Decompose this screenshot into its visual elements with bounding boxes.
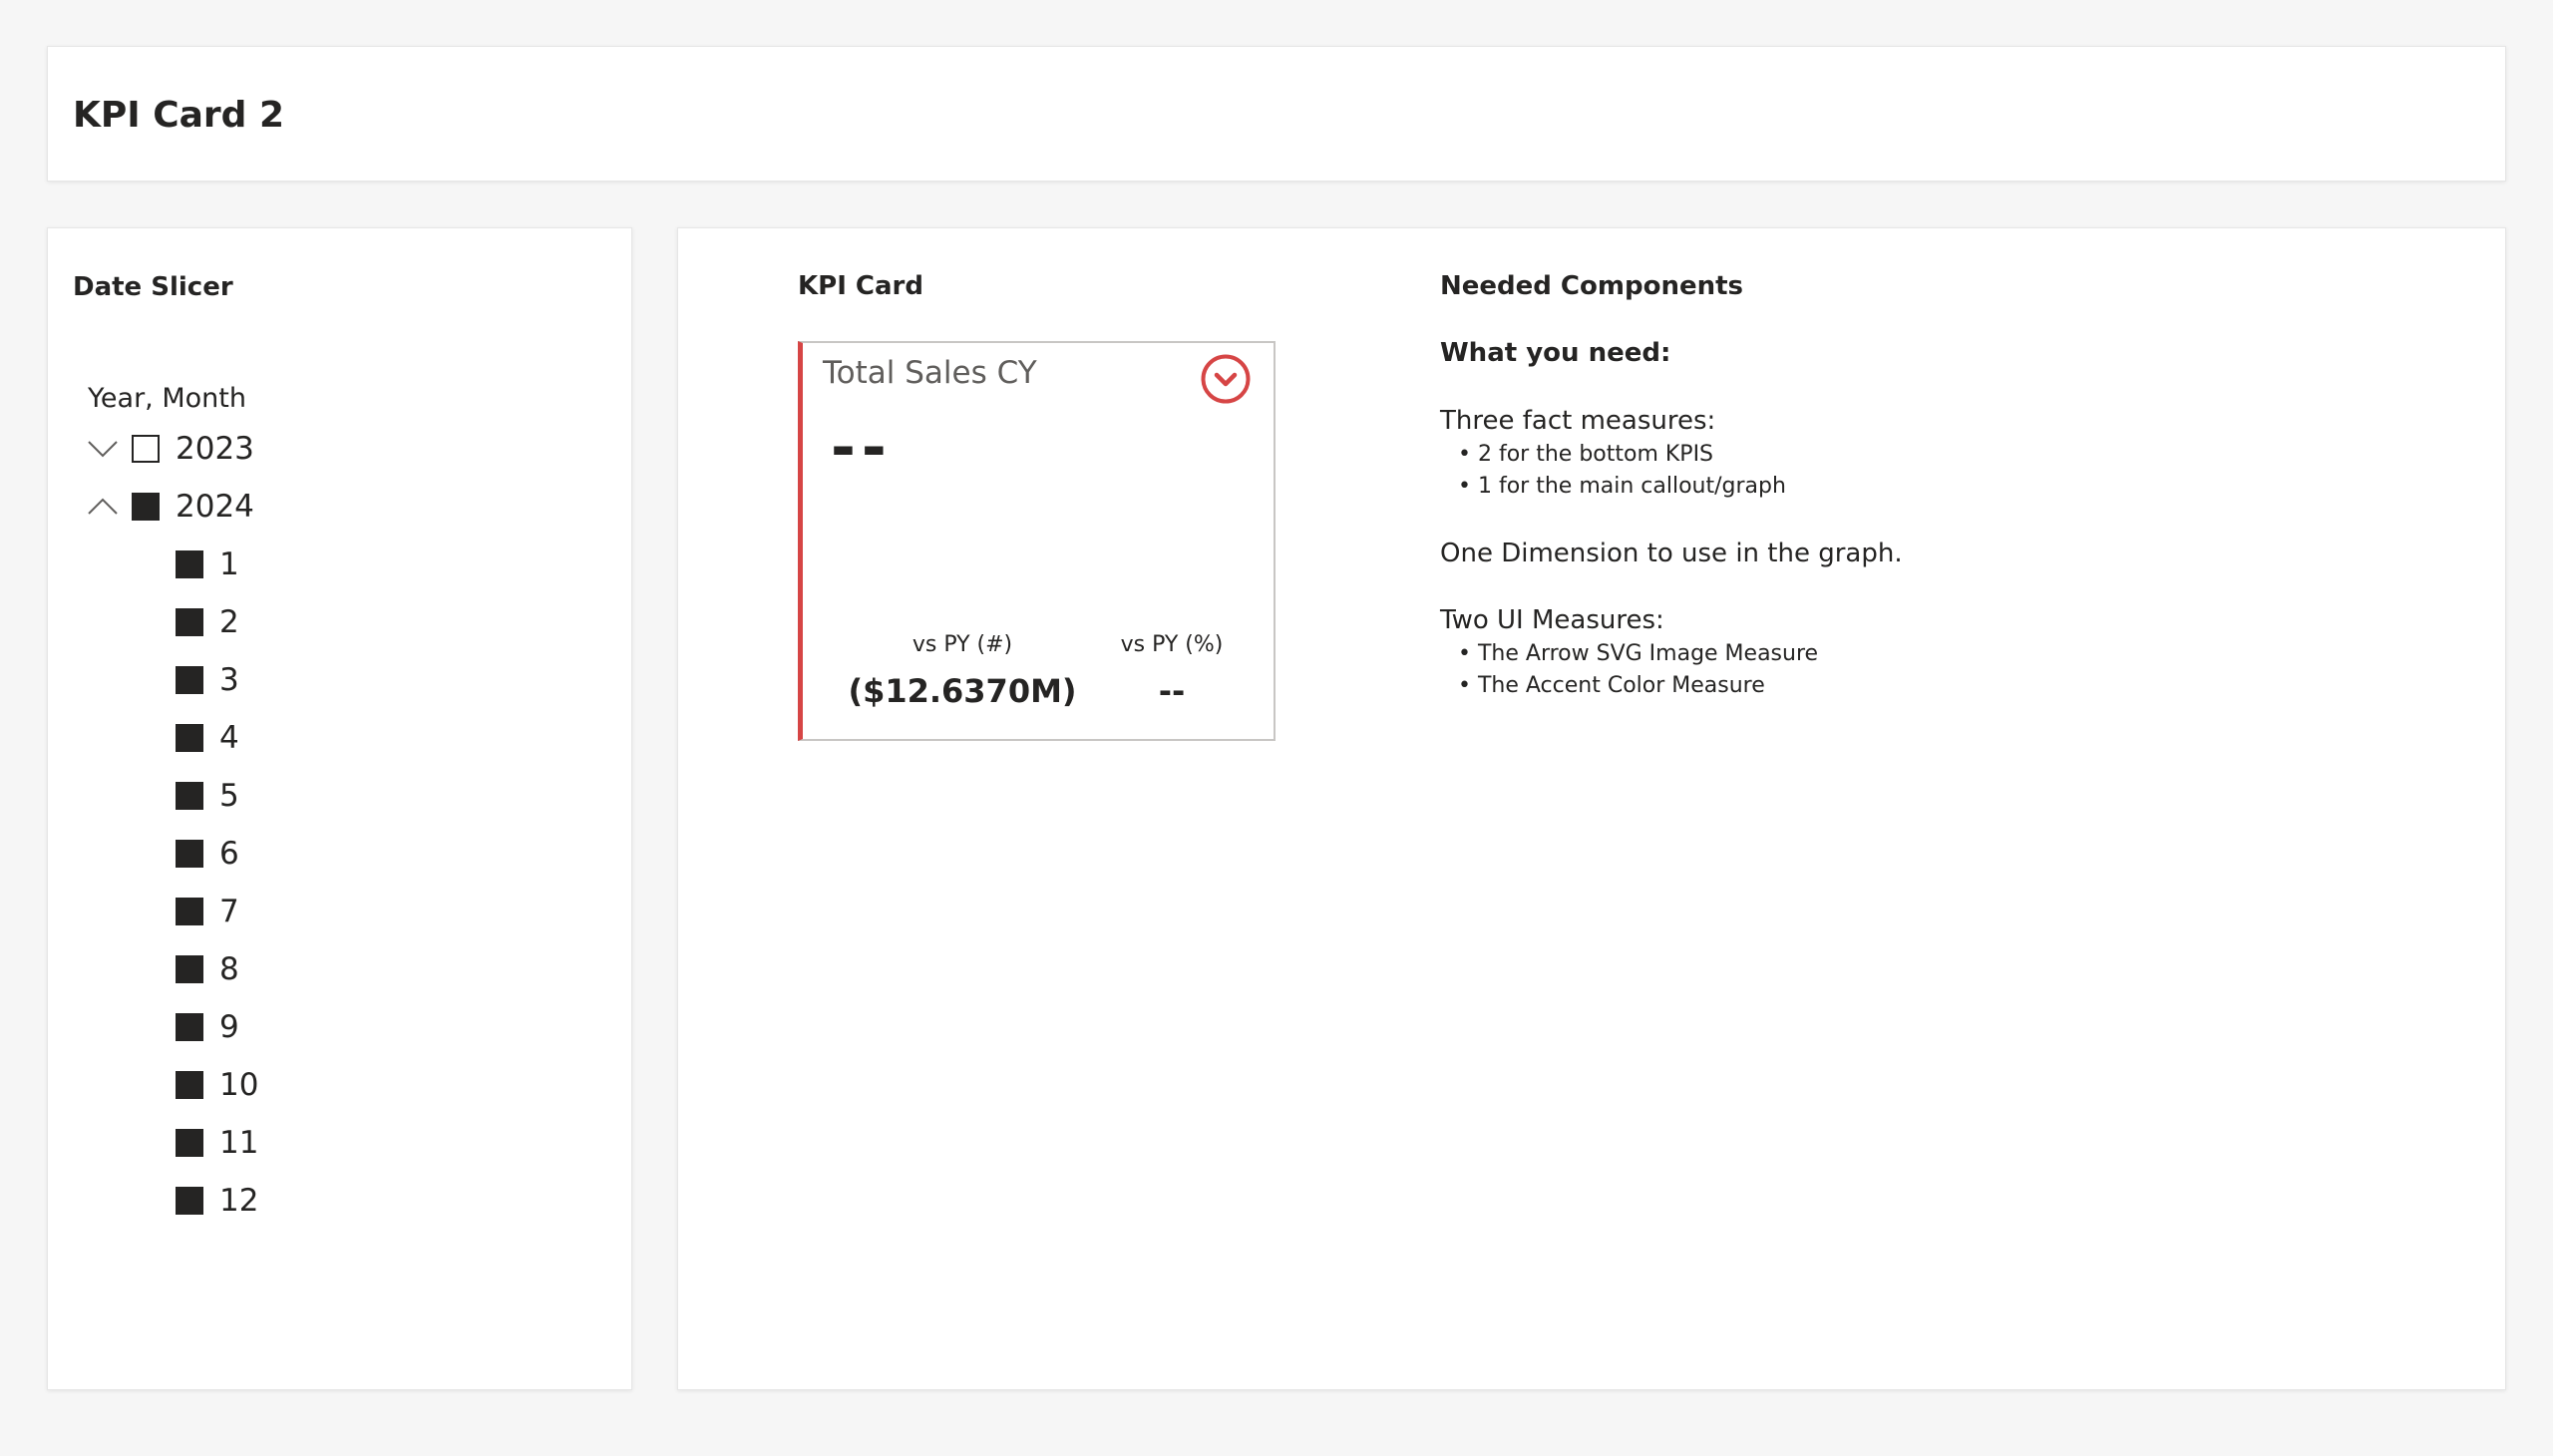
month-checkbox[interactable] <box>176 1187 203 1215</box>
slicer-header: Year, Month <box>88 383 246 414</box>
slicer-month-row[interactable]: 4 <box>176 718 239 758</box>
month-checkbox[interactable] <box>176 608 203 636</box>
year-label: 2023 <box>176 431 254 467</box>
chevron-down-icon[interactable] <box>86 432 120 466</box>
month-label: 5 <box>219 778 239 814</box>
slicer-month-row[interactable]: 1 <box>176 545 239 584</box>
kpi-main-value: -- <box>831 413 893 483</box>
slicer-month-row[interactable]: 8 <box>176 949 239 989</box>
kpi-section-title: KPI Card <box>798 271 923 301</box>
month-checkbox[interactable] <box>176 666 203 694</box>
slicer-month-row[interactable]: 10 <box>176 1065 258 1105</box>
page-header: KPI Card 2 <box>47 46 2506 182</box>
slicer-month-row[interactable]: 12 <box>176 1181 258 1221</box>
month-checkbox[interactable] <box>176 898 203 925</box>
kpi-card-title: Total Sales CY <box>823 355 1037 391</box>
date-slicer-title: Date Slicer <box>73 272 233 302</box>
month-checkbox[interactable] <box>176 782 203 810</box>
kpi-right-value: -- <box>1158 672 1186 710</box>
month-label: 9 <box>219 1009 239 1045</box>
ui-heading: Two UI Measures: <box>1440 605 1664 635</box>
page-title: KPI Card 2 <box>73 95 285 136</box>
dimension-line: One Dimension to use in the graph. <box>1440 539 1903 568</box>
month-label: 11 <box>219 1125 259 1161</box>
month-label: 7 <box>219 894 239 929</box>
month-checkbox[interactable] <box>176 1071 203 1099</box>
month-checkbox[interactable] <box>176 840 203 868</box>
ui-item-text: The Accent Color Measure <box>1477 673 1765 698</box>
fact-item: • 2 for the bottom KPIS <box>1458 442 1714 467</box>
kpi-card[interactable]: Total Sales CY -- vs PY (#) ($12.6370M) … <box>798 341 1276 741</box>
month-checkbox[interactable] <box>176 1013 203 1041</box>
chevron-down-circle-icon <box>1200 353 1252 405</box>
date-slicer-panel: Date Slicer Year, Month 2023 2024 1 2 3 … <box>47 227 632 1390</box>
month-label: 8 <box>219 951 239 987</box>
fact-item: • 1 for the main callout/graph <box>1458 474 1786 499</box>
slicer-month-row[interactable]: 6 <box>176 834 239 874</box>
month-checkbox[interactable] <box>176 955 203 983</box>
kpi-right-label: vs PY (%) <box>1120 632 1224 657</box>
month-checkbox[interactable] <box>176 724 203 752</box>
month-label: 10 <box>219 1067 259 1103</box>
ui-item-text: The Arrow SVG Image Measure <box>1477 641 1819 666</box>
slicer-month-row[interactable]: 7 <box>176 892 239 931</box>
fact-item-text: 2 for the bottom KPIS <box>1477 442 1714 467</box>
fact-item-text: 1 for the main callout/graph <box>1477 474 1786 499</box>
chevron-up-icon[interactable] <box>86 490 120 524</box>
slicer-month-row[interactable]: 5 <box>176 776 239 816</box>
month-checkbox[interactable] <box>176 1129 203 1157</box>
month-label: 1 <box>219 546 239 582</box>
month-label: 12 <box>219 1183 259 1219</box>
slicer-month-row[interactable]: 11 <box>176 1123 258 1163</box>
year-checkbox-2024[interactable] <box>132 493 160 521</box>
ui-item: • The Arrow SVG Image Measure <box>1458 641 1819 666</box>
month-label: 4 <box>219 720 239 756</box>
slicer-year-row-2024[interactable]: 2024 <box>86 487 254 527</box>
kpi-left-label: vs PY (#) <box>912 632 1013 657</box>
slicer-month-row[interactable]: 3 <box>176 660 239 700</box>
year-label: 2024 <box>176 489 254 525</box>
slicer-year-row-2023[interactable]: 2023 <box>86 429 254 469</box>
year-checkbox-2023[interactable] <box>132 435 160 463</box>
month-label: 2 <box>219 604 239 640</box>
slicer-month-row[interactable]: 2 <box>176 602 239 642</box>
kpi-left-value: ($12.6370M) <box>848 672 1077 710</box>
fact-heading: Three fact measures: <box>1440 406 1716 436</box>
month-label: 6 <box>219 836 239 872</box>
month-label: 3 <box>219 662 239 698</box>
ui-item: • The Accent Color Measure <box>1458 673 1765 698</box>
slicer-month-row[interactable]: 9 <box>176 1007 239 1047</box>
month-checkbox[interactable] <box>176 550 203 578</box>
components-subtitle: What you need: <box>1440 338 1671 368</box>
components-title: Needed Components <box>1440 271 1744 301</box>
